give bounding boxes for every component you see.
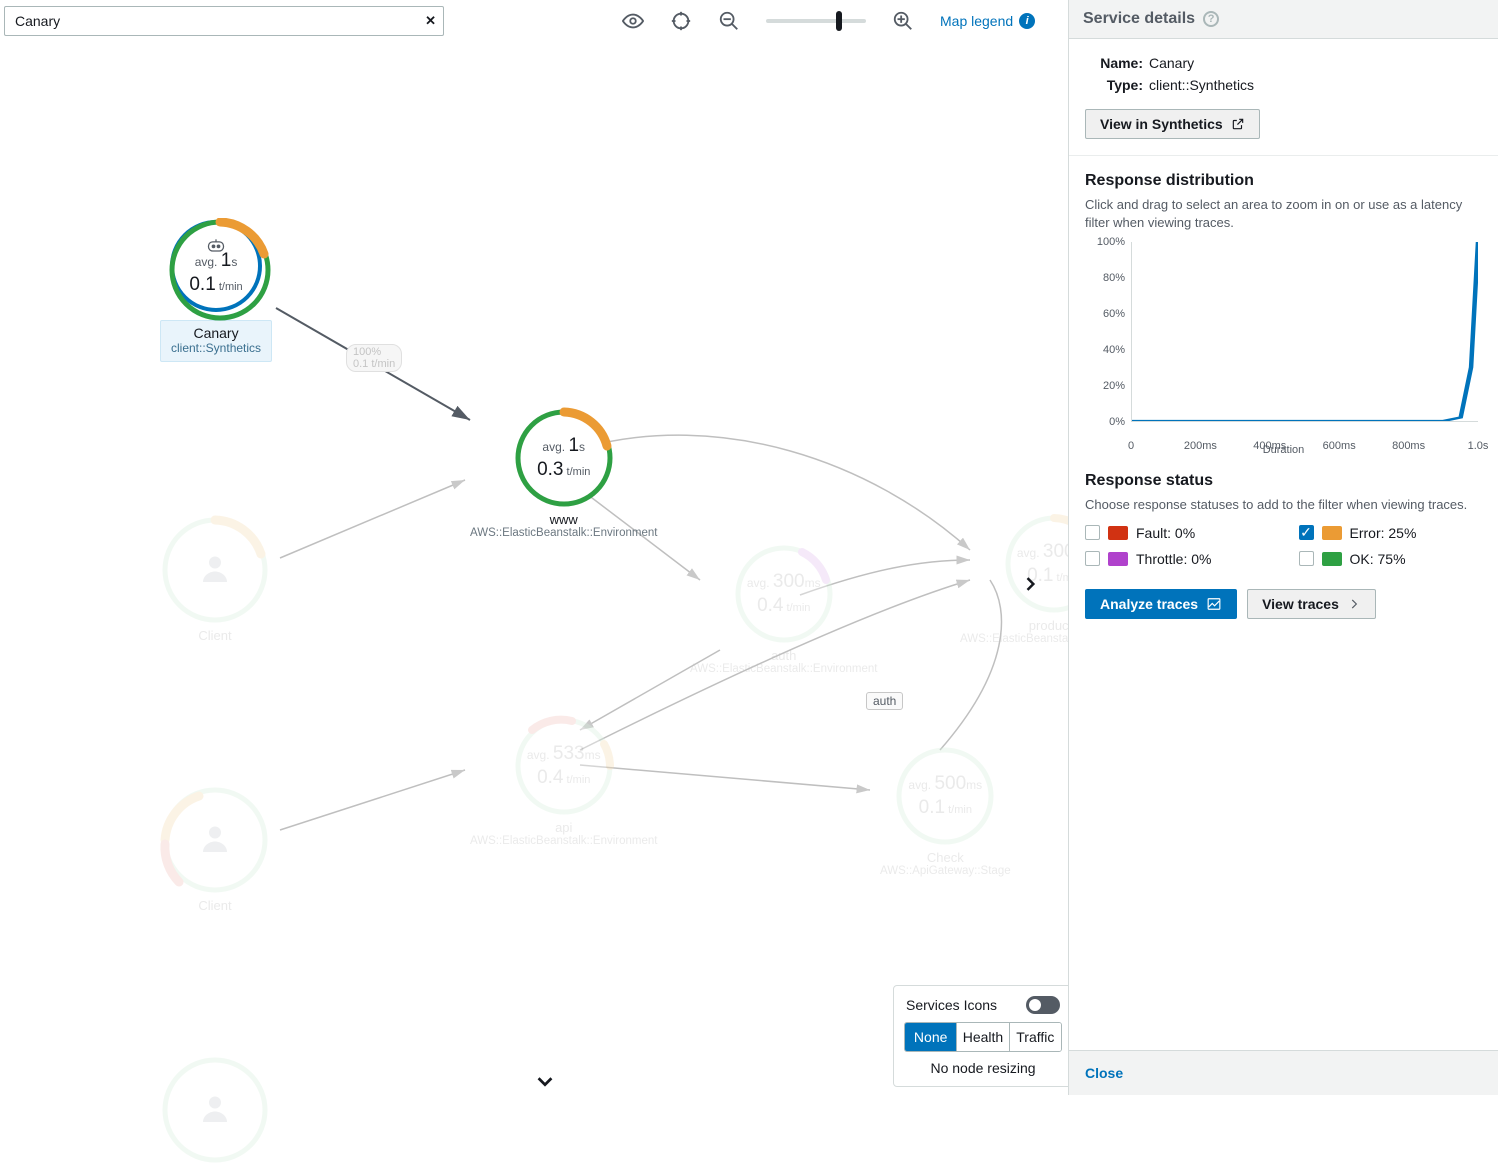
view-traces-button[interactable]: View traces [1247,589,1376,619]
node-canary[interactable]: avg. 1s 0.1 t/min Canary client::Synthet… [160,220,272,362]
response-distribution-desc: Click and drag to select an area to zoom… [1085,196,1482,232]
map-options: Services Icons None Health Traffic No no… [893,985,1073,1087]
help-icon[interactable]: ? [1203,11,1219,27]
error-checkbox[interactable]: ✓ [1299,525,1314,540]
error-swatch [1322,526,1342,540]
zoom-slider[interactable] [766,19,866,23]
close-link[interactable]: Close [1085,1065,1123,1081]
throttle-label: Throttle: 0% [1136,551,1211,567]
node-check[interactable]: avg. 500ms 0.1 t/min Check AWS::ApiGatew… [880,750,1011,877]
node-label: Client [198,898,231,913]
zoom-in-icon[interactable] [892,10,914,32]
fault-label: Fault: 0% [1136,525,1195,541]
resize-mode-segmented: None Health Traffic [904,1022,1062,1052]
type-key: Type: [1085,77,1143,93]
chart-line-icon [1206,597,1222,611]
node-label: api [555,820,572,835]
info-icon: i [1019,13,1035,29]
node-auth[interactable]: avg. 300ms 0.4 t/min auth AWS::ElasticBe… [690,548,877,675]
chevron-right-icon [1347,597,1361,611]
user-icon [197,1091,233,1130]
chart-xlabel: Duration [1263,444,1305,456]
ok-swatch [1322,552,1342,566]
service-icons-toggle[interactable] [1026,996,1060,1014]
node-api[interactable]: avg. 533ms 0.4 t/min api AWS::ElasticBea… [470,720,657,847]
user-icon [197,821,233,860]
seg-traffic[interactable]: Traffic [1009,1023,1061,1051]
tooltip-auth: auth [866,692,903,710]
node-sub: AWS::ElasticBeanstalk::Environment [470,835,657,847]
throttle-swatch [1108,552,1128,566]
response-status-title: Response status [1085,472,1482,490]
ok-label: OK: 75% [1350,551,1406,567]
node-sub: AWS::ApiGateway::Stage [880,865,1011,877]
chevron-down-icon[interactable] [534,1070,556,1095]
map-legend-label: Map legend [940,13,1013,29]
node-client-2[interactable]: Client [165,790,265,913]
map-legend-link[interactable]: Map legend i [940,13,1035,29]
error-label: Error: 25% [1350,525,1417,541]
node-sub: AWS::ElasticBeanstalk::Environment [690,663,877,675]
response-distribution-chart[interactable]: 0%20%40%60%80%100% 0200ms400ms600ms800ms… [1085,242,1482,452]
node-www[interactable]: avg. 1s 0.3 t/min www AWS::ElasticBeanst… [470,412,657,539]
service-details-panel: Service details ? Name: Canary Type: clien… [1068,0,1498,1095]
name-value: Canary [1149,55,1194,71]
node-client-1[interactable]: Client [165,520,265,643]
name-key: Name: [1085,55,1143,71]
external-link-icon [1231,117,1245,131]
node-label: Check [927,850,964,865]
type-value: client::Synthetics [1149,77,1254,93]
ok-checkbox[interactable] [1299,551,1314,566]
seg-none[interactable]: None [905,1023,956,1051]
node-label-card: Canary client::Synthetics [160,320,272,362]
service-icons-label: Services Icons [906,997,997,1013]
view-in-synthetics-button[interactable]: View in Synthetics [1085,109,1260,139]
response-distribution-title: Response distribution [1085,172,1482,190]
node-partial[interactable] [165,1060,265,1160]
clear-search-icon[interactable]: ✕ [425,13,436,29]
robot-icon [206,238,226,257]
node-label: auth [771,648,796,663]
node-label: www [550,512,578,527]
chevron-right-icon[interactable] [1020,574,1040,597]
throttle-checkbox[interactable] [1085,551,1100,566]
analyze-traces-button[interactable]: Analyze traces [1085,589,1237,619]
edge-badge: 100%0.1 t/min [346,344,402,372]
service-map[interactable]: avg. 1s 0.1 t/min Canary client::Synthet… [0,50,1060,1080]
response-status-desc: Choose response statuses to add to the f… [1085,496,1482,514]
options-footer: No node resizing [894,1060,1072,1076]
seg-health[interactable]: Health [956,1023,1008,1051]
target-icon[interactable] [670,10,692,32]
zoom-out-icon[interactable] [718,10,740,32]
visibility-icon[interactable] [622,10,644,32]
panel-title: Service details [1083,10,1195,28]
search-input[interactable] [4,6,444,36]
node-sub: AWS::ElasticBeanstalk::Environment [470,527,657,539]
user-icon [197,551,233,590]
node-label: Client [198,628,231,643]
fault-swatch [1108,526,1128,540]
fault-checkbox[interactable] [1085,525,1100,540]
